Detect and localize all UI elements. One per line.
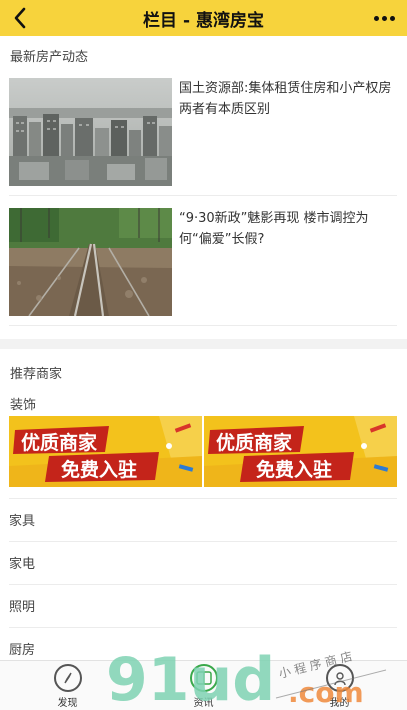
more-button[interactable]: [374, 8, 395, 28]
news-thumbnail-city: [9, 78, 172, 186]
category-row-furniture[interactable]: 家具: [9, 498, 397, 540]
category-label: 家电: [9, 557, 36, 572]
category-label: 家具: [9, 514, 36, 529]
news-title: 国土资源部:集体租赁住房和小产权房两者有本质区别: [179, 81, 392, 117]
chevron-left-icon: [14, 7, 26, 29]
banner-line2: 免费入驻: [61, 458, 137, 481]
news-item[interactable]: “9·30新政”魅影再现 楼市调控为何“偏爱”长假?: [9, 196, 397, 326]
news-title: “9·30新政”魅影再现 楼市调控为何“偏爱”长假?: [179, 211, 369, 247]
tab-label: 资讯: [193, 697, 214, 709]
bottom-tabbar: 发现 资讯 我的: [0, 660, 407, 710]
more-horizontal-icon: [374, 15, 379, 21]
page-title: 栏目 - 惠湾房宝: [143, 10, 264, 31]
back-button[interactable]: [8, 5, 32, 31]
category-row-appliances[interactable]: 家电: [9, 541, 397, 583]
merchants-section-title: 推荐商家: [10, 367, 63, 382]
category-row-lighting[interactable]: 照明: [9, 584, 397, 626]
banner-line1: 优质商家: [21, 431, 98, 454]
top-navbar: 栏目 - 惠湾房宝: [0, 0, 407, 36]
category-label: 照明: [9, 600, 36, 615]
banner-line2: 免费入驻: [256, 458, 332, 481]
category-label: 厨房: [9, 643, 36, 658]
news-section-title: 最新房产动态: [10, 50, 89, 65]
tab-discover[interactable]: 发现: [0, 661, 135, 710]
banner-line1: 优质商家: [216, 431, 293, 454]
news-icon: [189, 663, 218, 692]
news-item[interactable]: 国土资源部:集体租赁住房和小产权房两者有本质区别: [9, 66, 397, 196]
merchant-join-banner[interactable]: 优质商家 免费入驻: [9, 416, 202, 487]
tab-label: 发现: [57, 697, 78, 709]
merchant-join-banner[interactable]: 优质商家 免费入驻: [204, 416, 397, 487]
compass-icon: [53, 663, 82, 692]
category-decoration-label: 装饰: [10, 398, 37, 413]
tab-label: 我的: [329, 697, 350, 709]
user-icon: [325, 663, 354, 692]
news-thumbnail-railway: [9, 208, 172, 316]
tab-news[interactable]: 资讯: [136, 661, 271, 710]
tab-profile[interactable]: 我的: [272, 661, 407, 710]
section-divider: [0, 339, 407, 349]
